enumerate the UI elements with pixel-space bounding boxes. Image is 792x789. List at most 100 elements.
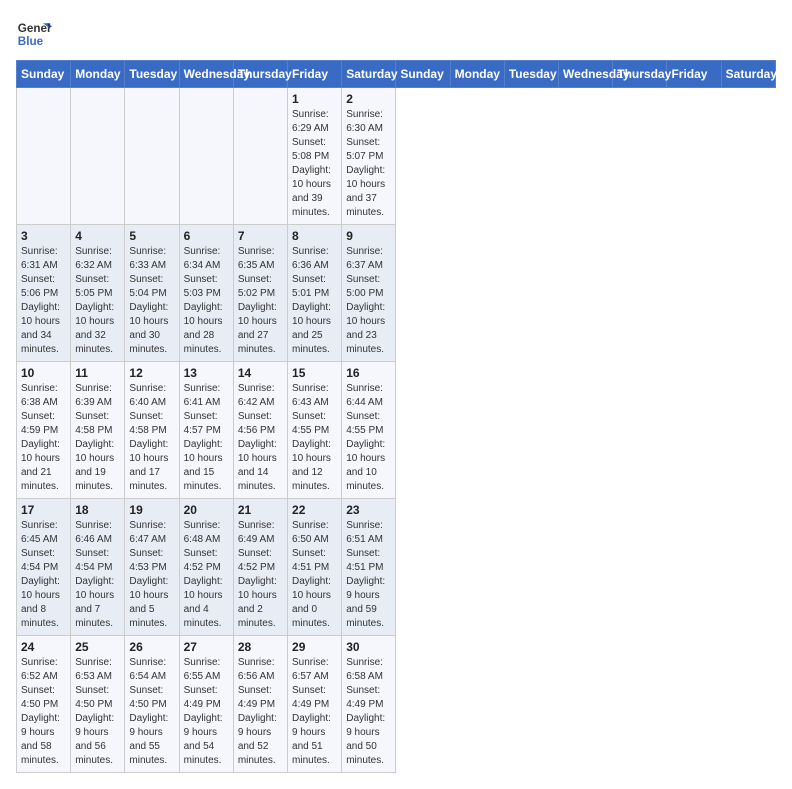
day-number: 7 xyxy=(238,229,283,243)
day-number: 13 xyxy=(184,366,229,380)
day-info: Sunrise: 6:49 AMSunset: 4:52 PMDaylight:… xyxy=(238,519,283,631)
calendar-cell xyxy=(125,88,179,225)
weekday-header: Monday xyxy=(71,61,125,88)
weekday-header: Tuesday xyxy=(125,61,179,88)
weekday-header: Wednesday xyxy=(179,61,233,88)
day-number: 16 xyxy=(346,366,391,380)
calendar-cell: 27Sunrise: 6:55 AMSunset: 4:49 PMDayligh… xyxy=(179,636,233,773)
day-info: Sunrise: 6:40 AMSunset: 4:58 PMDaylight:… xyxy=(129,382,174,494)
day-number: 24 xyxy=(21,640,66,654)
logo-icon: General Blue xyxy=(16,16,52,52)
calendar-week-row: 24 Sunrise: 6:52 AMSunset: 4:50 PMDayligh… xyxy=(17,636,776,773)
weekday-header: Sunday xyxy=(396,61,450,88)
calendar-cell: 2 Sunrise: 6:30 AMSunset: 5:07 PMDaylight… xyxy=(342,88,396,225)
day-info: Sunrise: 6:37 AMSunset: 5:00 PMDaylight:… xyxy=(346,245,391,357)
day-number: 6 xyxy=(184,229,229,243)
day-info: Sunrise: 6:39 AMSunset: 4:58 PMDaylight:… xyxy=(75,382,120,494)
day-info: Sunrise: 6:58 AMSunset: 4:49 PMDaylight:… xyxy=(346,656,391,768)
day-info: Sunrise: 6:30 AMSunset: 5:07 PMDaylight:… xyxy=(346,108,391,220)
header: General Blue xyxy=(16,16,776,52)
calendar-week-row: 1 Sunrise: 6:29 AMSunset: 5:08 PMDaylight… xyxy=(17,88,776,225)
day-number: 5 xyxy=(129,229,174,243)
calendar-cell: 1 Sunrise: 6:29 AMSunset: 5:08 PMDaylight… xyxy=(288,88,342,225)
day-info: Sunrise: 6:47 AMSunset: 4:53 PMDaylight:… xyxy=(129,519,174,631)
weekday-header: Monday xyxy=(450,61,504,88)
weekday-header: Thursday xyxy=(233,61,287,88)
day-info: Sunrise: 6:51 AMSunset: 4:51 PMDaylight:… xyxy=(346,519,391,631)
day-info: Sunrise: 6:41 AMSunset: 4:57 PMDaylight:… xyxy=(184,382,229,494)
day-number: 4 xyxy=(75,229,120,243)
weekday-header: Wednesday xyxy=(559,61,613,88)
day-number: 20 xyxy=(184,503,229,517)
calendar-cell: 25 Sunrise: 6:53 AMSunset: 4:50 PMDayligh… xyxy=(71,636,125,773)
day-info: Sunrise: 6:54 AMSunset: 4:50 PMDaylight:… xyxy=(129,656,174,768)
day-number: 30 xyxy=(346,640,391,654)
weekday-header: Tuesday xyxy=(504,61,558,88)
day-number: 9 xyxy=(346,229,391,243)
day-number: 14 xyxy=(238,366,283,380)
calendar-cell: 6 Sunrise: 6:34 AMSunset: 5:03 PMDaylight… xyxy=(179,225,233,362)
day-info: Sunrise: 6:29 AMSunset: 5:08 PMDaylight:… xyxy=(292,108,337,220)
weekday-header: Friday xyxy=(667,61,721,88)
day-info: Sunrise: 6:52 AMSunset: 4:50 PMDaylight:… xyxy=(21,656,66,768)
weekday-header: Saturday xyxy=(342,61,396,88)
day-number: 2 xyxy=(346,92,391,106)
calendar-week-row: 3 Sunrise: 6:31 AMSunset: 5:06 PMDaylight… xyxy=(17,225,776,362)
day-info: Sunrise: 6:57 AMSunset: 4:49 PMDaylight:… xyxy=(292,656,337,768)
calendar-cell: 17 Sunrise: 6:45 AMSunset: 4:54 PMDayligh… xyxy=(17,499,71,636)
calendar-cell: 5 Sunrise: 6:33 AMSunset: 5:04 PMDaylight… xyxy=(125,225,179,362)
day-info: Sunrise: 6:36 AMSunset: 5:01 PMDaylight:… xyxy=(292,245,337,357)
day-info: Sunrise: 6:44 AMSunset: 4:55 PMDaylight:… xyxy=(346,382,391,494)
day-number: 19 xyxy=(129,503,174,517)
calendar-cell: 18 Sunrise: 6:46 AMSunset: 4:54 PMDayligh… xyxy=(71,499,125,636)
day-number: 12 xyxy=(129,366,174,380)
calendar-cell: 12 Sunrise: 6:40 AMSunset: 4:58 PMDayligh… xyxy=(125,362,179,499)
day-info: Sunrise: 6:43 AMSunset: 4:55 PMDaylight:… xyxy=(292,382,337,494)
day-info: Sunrise: 6:34 AMSunset: 5:03 PMDaylight:… xyxy=(184,245,229,357)
logo: General Blue xyxy=(16,16,52,52)
calendar-header-row: SundayMondayTuesdayWednesdayThursdayFrid… xyxy=(17,61,776,88)
day-number: 18 xyxy=(75,503,120,517)
calendar-cell: 22 Sunrise: 6:50 AMSunset: 4:51 PMDayligh… xyxy=(288,499,342,636)
day-info: Sunrise: 6:33 AMSunset: 5:04 PMDaylight:… xyxy=(129,245,174,357)
day-number: 28 xyxy=(238,640,283,654)
day-info: Sunrise: 6:42 AMSunset: 4:56 PMDaylight:… xyxy=(238,382,283,494)
day-number: 26 xyxy=(129,640,174,654)
weekday-header: Sunday xyxy=(17,61,71,88)
calendar-cell: 19 Sunrise: 6:47 AMSunset: 4:53 PMDayligh… xyxy=(125,499,179,636)
calendar-cell: 24 Sunrise: 6:52 AMSunset: 4:50 PMDayligh… xyxy=(17,636,71,773)
calendar-cell: 28Sunrise: 6:56 AMSunset: 4:49 PMDayligh… xyxy=(233,636,287,773)
calendar-cell: 20Sunrise: 6:48 AMSunset: 4:52 PMDayligh… xyxy=(179,499,233,636)
day-number: 21 xyxy=(238,503,283,517)
calendar-cell: 7 Sunrise: 6:35 AMSunset: 5:02 PMDaylight… xyxy=(233,225,287,362)
day-info: Sunrise: 6:53 AMSunset: 4:50 PMDaylight:… xyxy=(75,656,120,768)
day-number: 11 xyxy=(75,366,120,380)
day-info: Sunrise: 6:45 AMSunset: 4:54 PMDaylight:… xyxy=(21,519,66,631)
day-number: 17 xyxy=(21,503,66,517)
day-number: 25 xyxy=(75,640,120,654)
day-number: 15 xyxy=(292,366,337,380)
day-info: Sunrise: 6:46 AMSunset: 4:54 PMDaylight:… xyxy=(75,519,120,631)
day-number: 1 xyxy=(292,92,337,106)
calendar-cell: 11 Sunrise: 6:39 AMSunset: 4:58 PMDayligh… xyxy=(71,362,125,499)
day-info: Sunrise: 6:35 AMSunset: 5:02 PMDaylight:… xyxy=(238,245,283,357)
calendar-cell xyxy=(233,88,287,225)
calendar-cell xyxy=(71,88,125,225)
calendar-week-row: 10 Sunrise: 6:38 AMSunset: 4:59 PMDayligh… xyxy=(17,362,776,499)
calendar-cell: 10 Sunrise: 6:38 AMSunset: 4:59 PMDayligh… xyxy=(17,362,71,499)
day-number: 10 xyxy=(21,366,66,380)
weekday-header: Saturday xyxy=(721,61,775,88)
weekday-header: Thursday xyxy=(613,61,667,88)
weekday-header: Friday xyxy=(288,61,342,88)
day-number: 22 xyxy=(292,503,337,517)
day-info: Sunrise: 6:38 AMSunset: 4:59 PMDaylight:… xyxy=(21,382,66,494)
calendar-cell: 4 Sunrise: 6:32 AMSunset: 5:05 PMDaylight… xyxy=(71,225,125,362)
day-info: Sunrise: 6:32 AMSunset: 5:05 PMDaylight:… xyxy=(75,245,120,357)
calendar-cell: 26 Sunrise: 6:54 AMSunset: 4:50 PMDayligh… xyxy=(125,636,179,773)
calendar-cell: 8Sunrise: 6:36 AMSunset: 5:01 PMDaylight… xyxy=(288,225,342,362)
day-info: Sunrise: 6:31 AMSunset: 5:06 PMDaylight:… xyxy=(21,245,66,357)
calendar-cell: 30 Sunrise: 6:58 AMSunset: 4:49 PMDayligh… xyxy=(342,636,396,773)
day-number: 23 xyxy=(346,503,391,517)
day-info: Sunrise: 6:50 AMSunset: 4:51 PMDaylight:… xyxy=(292,519,337,631)
day-number: 3 xyxy=(21,229,66,243)
